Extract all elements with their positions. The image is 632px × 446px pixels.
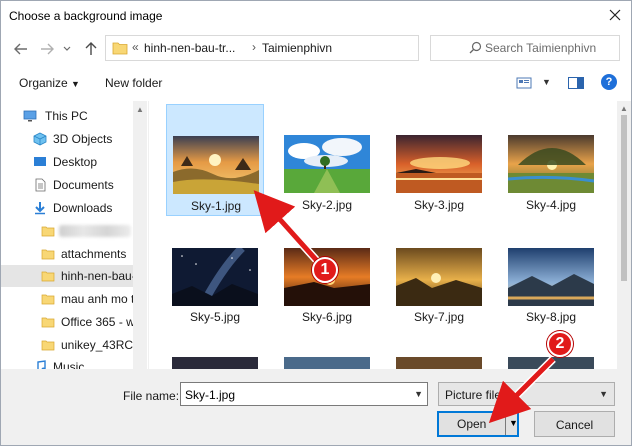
annotation-overlay	[253, 190, 556, 424]
annotation-arrow-1	[253, 190, 321, 265]
annotation-badge-2: 2	[547, 331, 573, 357]
annotation-badge-1: 1	[312, 257, 338, 283]
file-open-dialog: Choose a background image « hinh-nen-bau…	[0, 0, 632, 446]
annotation-arrow-2	[488, 357, 555, 424]
